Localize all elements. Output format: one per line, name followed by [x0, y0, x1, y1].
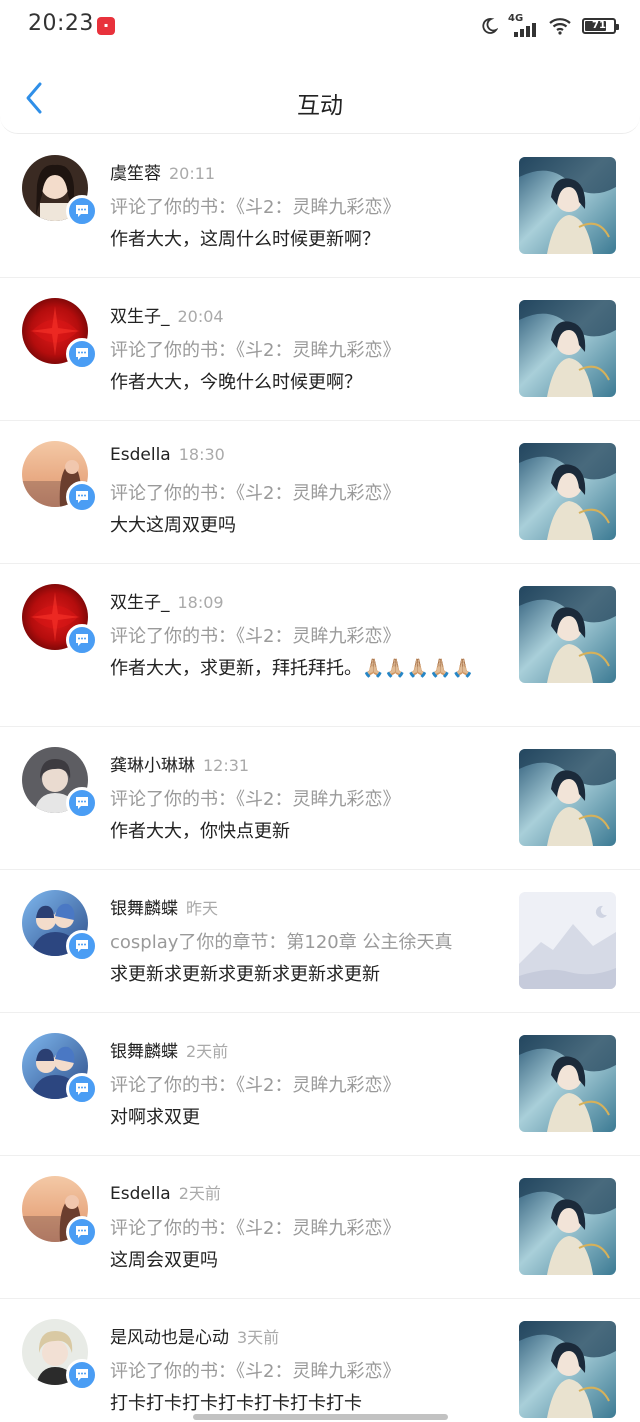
comment-badge-icon — [66, 1359, 98, 1391]
item-time: 18:30 — [178, 445, 225, 464]
avatar[interactable] — [22, 441, 98, 513]
user-name[interactable]: 是风动也是心动 — [110, 1328, 229, 1348]
user-name[interactable]: 双生子_ — [110, 307, 170, 327]
action-description: 评论了你的书：《斗2：灵眸九彩恋》 — [110, 789, 401, 810]
status-bar: 20:23 ▪ 4G 71 — [0, 0, 640, 52]
status-icons: 4G 71 — [480, 12, 619, 40]
avatar[interactable] — [22, 1176, 98, 1248]
item-time: 3天前 — [237, 1328, 280, 1347]
action-description: 评论了你的书：《斗2：灵眸九彩恋》 — [110, 1075, 401, 1096]
comment-badge-icon — [66, 1216, 98, 1248]
action-description: 评论了你的书：《斗2：灵眸九彩恋》 — [110, 626, 401, 647]
avatar[interactable] — [22, 747, 98, 819]
user-name[interactable]: 虞笙蓉 — [110, 164, 161, 184]
nav-bar: 互动 — [0, 52, 640, 134]
avatar[interactable] — [22, 298, 98, 370]
item-time: 20:04 — [177, 307, 224, 326]
action-description: 评论了你的书：《斗2：灵眸九彩恋》 — [110, 197, 401, 218]
comment-badge-icon — [66, 1073, 98, 1105]
avatar[interactable] — [22, 155, 98, 227]
action-description: 评论了你的书：《斗2：灵眸九彩恋》 — [110, 340, 401, 361]
wifi-icon — [549, 18, 571, 35]
action-description: cosplay了你的章节：第120章 公主徐天真 — [110, 932, 453, 953]
user-name[interactable]: 双生子_ — [110, 593, 170, 613]
book-cover-anime[interactable] — [519, 1035, 616, 1132]
page-title: 互动 — [297, 93, 343, 119]
user-name[interactable]: Esdella — [110, 445, 171, 465]
feed-item[interactable]: 龚琳小琳琳 12:31 评论了你的书：《斗2：灵眸九彩恋》 作者大大，你快点更新 — [0, 727, 640, 870]
action-description: 评论了你的书：《斗2：灵眸九彩恋》 — [110, 1218, 401, 1239]
action-description: 评论了你的书：《斗2：灵眸九彩恋》 — [110, 483, 401, 504]
feed-item[interactable]: 银舞麟蝶 昨天 cosplay了你的章节：第120章 公主徐天真 求更新求更新求更… — [0, 870, 640, 1013]
book-cover-anime[interactable] — [519, 586, 616, 683]
feed-item[interactable]: 双生子_ 18:09 评论了你的书：《斗2：灵眸九彩恋》 作者大大，求更新，拜托拜… — [0, 564, 640, 727]
comment-text: 作者大大，这周什么时候更新啊？ — [110, 229, 380, 250]
comment-badge-icon — [66, 787, 98, 819]
feed-item[interactable]: 是风动也是心动 3天前 评论了你的书：《斗2：灵眸九彩恋》 打卡打卡打卡打卡打卡打… — [0, 1299, 640, 1422]
feed-item[interactable]: 虞笙蓉 20:11 评论了你的书：《斗2：灵眸九彩恋》 作者大大，这周什么时候更新… — [0, 135, 640, 278]
action-description: 评论了你的书：《斗2：灵眸九彩恋》 — [110, 1361, 401, 1382]
comment-text: 大大这周双更吗 — [110, 515, 236, 536]
placeholder-mountain-cover[interactable] — [519, 892, 616, 989]
avatar[interactable] — [22, 1319, 98, 1391]
book-cover-anime[interactable] — [519, 749, 616, 846]
user-name[interactable]: 银舞麟蝶 — [110, 899, 178, 919]
item-time: 18:09 — [177, 593, 224, 612]
interaction-feed: 虞笙蓉 20:11 评论了你的书：《斗2：灵眸九彩恋》 作者大大，这周什么时候更新… — [0, 135, 640, 1422]
signal-icon: 4G — [508, 13, 538, 37]
book-cover-anime[interactable] — [519, 1321, 616, 1418]
item-time: 20:11 — [169, 164, 216, 183]
red-app-icon: ▪ — [97, 17, 115, 35]
home-indicator[interactable] — [193, 1414, 448, 1420]
comment-text: 求更新求更新求更新求更新求更新 — [110, 964, 380, 985]
comment-badge-icon — [66, 624, 98, 656]
item-time: 12:31 — [203, 756, 250, 775]
avatar[interactable] — [22, 1033, 98, 1105]
book-cover-anime[interactable] — [519, 443, 616, 540]
comment-badge-icon — [66, 338, 98, 370]
feed-item[interactable]: Esdella 2天前 评论了你的书：《斗2：灵眸九彩恋》 这周会双更吗 — [0, 1156, 640, 1299]
comment-text: 作者大大，你快点更新 — [110, 821, 290, 842]
comment-badge-icon — [66, 930, 98, 962]
avatar[interactable] — [22, 890, 98, 962]
user-name[interactable]: 银舞麟蝶 — [110, 1042, 178, 1062]
comment-text: 作者大大，今晚什么时候更啊？ — [110, 372, 362, 393]
battery-level: 71 — [592, 20, 606, 31]
book-cover-anime[interactable] — [519, 300, 616, 397]
comment-text: 对啊求双更 — [110, 1107, 200, 1128]
feed-item[interactable]: 银舞麟蝶 2天前 评论了你的书：《斗2：灵眸九彩恋》 对啊求双更 — [0, 1013, 640, 1156]
comment-text: 这周会双更吗 — [110, 1250, 218, 1271]
book-cover-anime[interactable] — [519, 1178, 616, 1275]
user-name[interactable]: Esdella — [110, 1184, 171, 1204]
avatar[interactable] — [22, 584, 98, 656]
moon-icon — [482, 18, 498, 34]
status-time: 20:23 — [28, 11, 94, 36]
book-cover-anime[interactable] — [519, 157, 616, 254]
item-time: 2天前 — [186, 1042, 229, 1061]
battery-icon: 71 — [582, 18, 619, 34]
comment-badge-icon — [66, 481, 98, 513]
item-time: 2天前 — [178, 1184, 221, 1203]
comment-badge-icon — [66, 195, 98, 227]
comment-text: 作者大大，求更新，拜托拜托。🙏🏼🙏🏼🙏🏼🙏🏼🙏🏼 — [110, 658, 475, 679]
item-time: 昨天 — [186, 899, 219, 918]
feed-item[interactable]: 双生子_ 20:04 评论了你的书：《斗2：灵眸九彩恋》 作者大大，今晚什么时候更… — [0, 278, 640, 421]
user-name[interactable]: 龚琳小琳琳 — [110, 756, 195, 776]
feed-item[interactable]: Esdella 18:30 评论了你的书：《斗2：灵眸九彩恋》 大大这周双更吗 — [0, 421, 640, 564]
